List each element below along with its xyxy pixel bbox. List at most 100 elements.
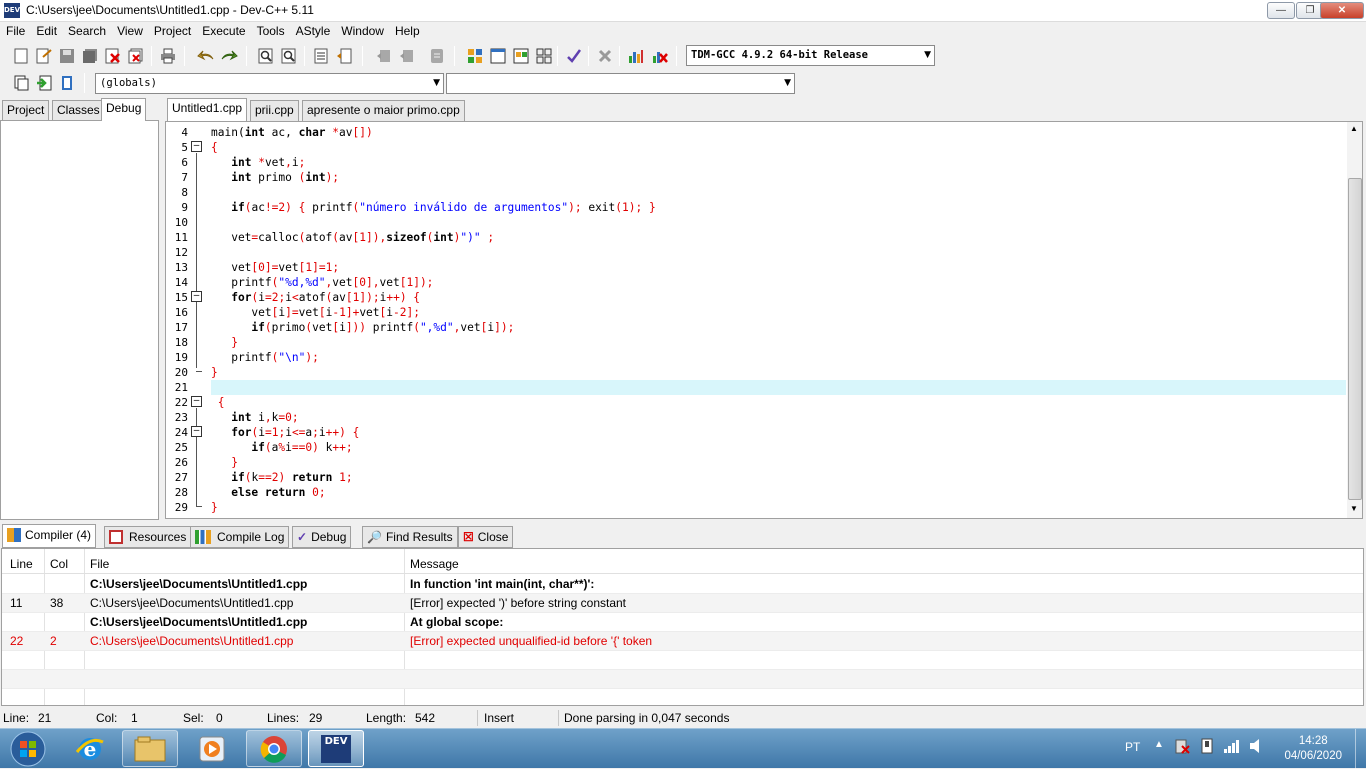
close-file-icon[interactable] — [103, 46, 123, 66]
symbol-select[interactable]: ▼ — [446, 73, 795, 94]
table-row[interactable] — [2, 670, 1363, 689]
indent-icon[interactable] — [311, 46, 331, 66]
syntax-check-icon[interactable] — [564, 46, 584, 66]
fold-collapse-icon[interactable]: – — [191, 426, 202, 437]
volume-icon[interactable] — [1248, 737, 1266, 758]
header-file[interactable]: File — [90, 555, 109, 573]
code-line[interactable]: } — [211, 335, 238, 350]
tab-find-results[interactable]: 🔎 Find Results — [362, 526, 458, 548]
code-line[interactable]: for(i=2;i<atof(av[1]);i++) { — [211, 290, 420, 305]
scope-select[interactable]: (globals) ▼ — [95, 73, 444, 94]
menu-astyle[interactable]: AStyle — [290, 22, 336, 42]
minimize-button[interactable]: — — [1267, 2, 1295, 19]
header-message[interactable]: Message — [410, 555, 459, 573]
action-center-icon[interactable] — [1174, 737, 1190, 758]
scroll-up-icon[interactable]: ▲ — [1350, 124, 1358, 133]
tab-untitled1-cpp[interactable]: Untitled1.cpp — [167, 98, 248, 121]
show-hidden-icons-icon[interactable]: ▲ — [1154, 739, 1164, 750]
menu-view[interactable]: View — [111, 22, 148, 42]
media-player-icon[interactable] — [186, 731, 238, 767]
code-line[interactable]: } — [211, 500, 218, 515]
save-all-icon[interactable] — [80, 46, 100, 66]
compiler-select[interactable]: TDM-GCC 4.9.2 64-bit Release ▼ — [686, 45, 935, 66]
show-desktop-button[interactable] — [1355, 729, 1366, 769]
tab-classes[interactable]: Classes — [52, 100, 105, 121]
code-line[interactable]: { — [211, 395, 225, 410]
devcpp-taskbar-button[interactable]: DEV — [308, 730, 364, 767]
network-signal-icon[interactable] — [1223, 737, 1241, 758]
menu-tools[interactable]: Tools — [251, 22, 290, 42]
code-line[interactable]: if(primo(vet[i])) printf(",%d",vet[i]); — [211, 320, 514, 335]
file-explorer-icon[interactable] — [122, 730, 178, 767]
scrollbar-thumb[interactable] — [1348, 178, 1362, 500]
close-window-button[interactable]: ✕ — [1320, 2, 1364, 19]
menu-help[interactable]: Help — [389, 22, 425, 42]
code-line[interactable]: if(a%i==0) k++; — [211, 440, 352, 455]
language-indicator[interactable]: PT — [1125, 740, 1140, 754]
code-line[interactable]: } — [211, 455, 238, 470]
table-row[interactable]: C:\Users\jee\Documents\Untitled1.cpp At g… — [2, 613, 1363, 632]
code-line[interactable]: printf("\n"); — [211, 350, 319, 365]
start-button[interactable] — [4, 730, 52, 768]
tab-compiler[interactable]: Compiler (4) — [2, 524, 97, 548]
redo-icon[interactable] — [219, 46, 239, 66]
code-line[interactable]: else return 0; — [211, 485, 325, 500]
code-line[interactable]: if(k==2) return 1; — [211, 470, 352, 485]
code-line[interactable]: int primo (int); — [211, 170, 339, 185]
header-line[interactable]: Line — [10, 555, 33, 573]
tab-compile-log[interactable]: Compile Log — [190, 526, 290, 548]
menu-execute[interactable]: Execute — [196, 22, 250, 42]
scroll-down-icon[interactable]: ▼ — [1350, 504, 1358, 513]
menu-search[interactable]: Search — [62, 22, 111, 42]
tab-prii-cpp[interactable]: prii.cpp — [250, 100, 299, 121]
delete-profile-icon[interactable] — [650, 46, 670, 66]
close-all-icon[interactable] — [126, 46, 146, 66]
tab-debug[interactable]: Debug — [101, 98, 147, 121]
compile-icon[interactable] — [465, 46, 485, 66]
table-row[interactable]: C:\Users\jee\Documents\Untitled1.cpp In f… — [2, 575, 1363, 594]
fold-collapse-icon[interactable]: – — [191, 291, 202, 302]
compiler-messages-table[interactable]: Line Col File Message C:\Users\jee\Docum… — [1, 548, 1364, 706]
device-icon[interactable] — [1199, 737, 1215, 758]
code-line[interactable]: for(i=1;i<=a;i++) { — [211, 425, 359, 440]
menu-window[interactable]: Window — [335, 22, 389, 42]
menu-edit[interactable]: Edit — [30, 22, 62, 42]
find-icon[interactable] — [256, 46, 276, 66]
code-editor[interactable]: 4 5 6 7 8 9 10 11 12 13 14 15 16 17 18 19 20 21 22 23 24 25 26… — [165, 121, 1363, 519]
unindent-icon[interactable] — [334, 46, 354, 66]
table-row[interactable]: 22 2 C:\Users\jee\Documents\Untitled1.cpp[… — [2, 632, 1363, 651]
code-line[interactable]: { — [211, 140, 218, 155]
menu-file[interactable]: File — [0, 22, 30, 42]
header-col[interactable]: Col — [50, 555, 68, 573]
system-clock[interactable]: 14:28 04/06/2020 — [1284, 734, 1342, 764]
code-line[interactable]: } — [211, 365, 218, 380]
code-line[interactable]: int i,k=0; — [211, 410, 298, 425]
run-icon[interactable] — [488, 46, 508, 66]
goto-icon[interactable] — [34, 73, 54, 93]
internet-explorer-icon[interactable]: e — [64, 731, 116, 767]
toggle-bookmark-icon[interactable] — [57, 73, 77, 93]
tab-resources[interactable]: Resources — [104, 526, 192, 548]
chrome-icon[interactable] — [246, 730, 302, 767]
compile-run-icon[interactable] — [511, 46, 531, 66]
fold-collapse-icon[interactable]: – — [191, 396, 202, 407]
insert-code-icon[interactable] — [11, 73, 31, 93]
table-row[interactable] — [2, 651, 1363, 670]
replace-icon[interactable] — [279, 46, 299, 66]
table-row[interactable]: 11 38 C:\Users\jee\Documents\Untitled1.cpp… — [2, 594, 1363, 613]
save-icon[interactable] — [57, 46, 77, 66]
tab-apresente-o-maior-primo-cpp[interactable]: apresente o maior primo.cpp — [302, 100, 465, 121]
code-line[interactable]: if(ac!=2) { printf("número inválido de a… — [211, 200, 656, 215]
new-file-icon[interactable] — [11, 46, 31, 66]
open-file-icon[interactable] — [34, 46, 54, 66]
print-icon[interactable] — [158, 46, 178, 66]
code-line[interactable]: int *vet,i; — [211, 155, 305, 170]
code-line[interactable]: vet=calloc(atof(av[1]),sizeof(int)")" ; — [211, 230, 494, 245]
tab-debug-output[interactable]: ✓ Debug — [292, 526, 352, 548]
tab-close[interactable]: ☒ Close — [458, 526, 514, 548]
undo-icon[interactable] — [196, 46, 216, 66]
code-line[interactable]: vet[i]=vet[i-1]+vet[i-2]; — [211, 305, 420, 320]
fold-collapse-icon[interactable]: – — [191, 141, 202, 152]
code-line[interactable]: vet[0]=vet[1]=1; — [211, 260, 339, 275]
code-line[interactable]: main(int ac, char *av[]) — [211, 125, 373, 140]
